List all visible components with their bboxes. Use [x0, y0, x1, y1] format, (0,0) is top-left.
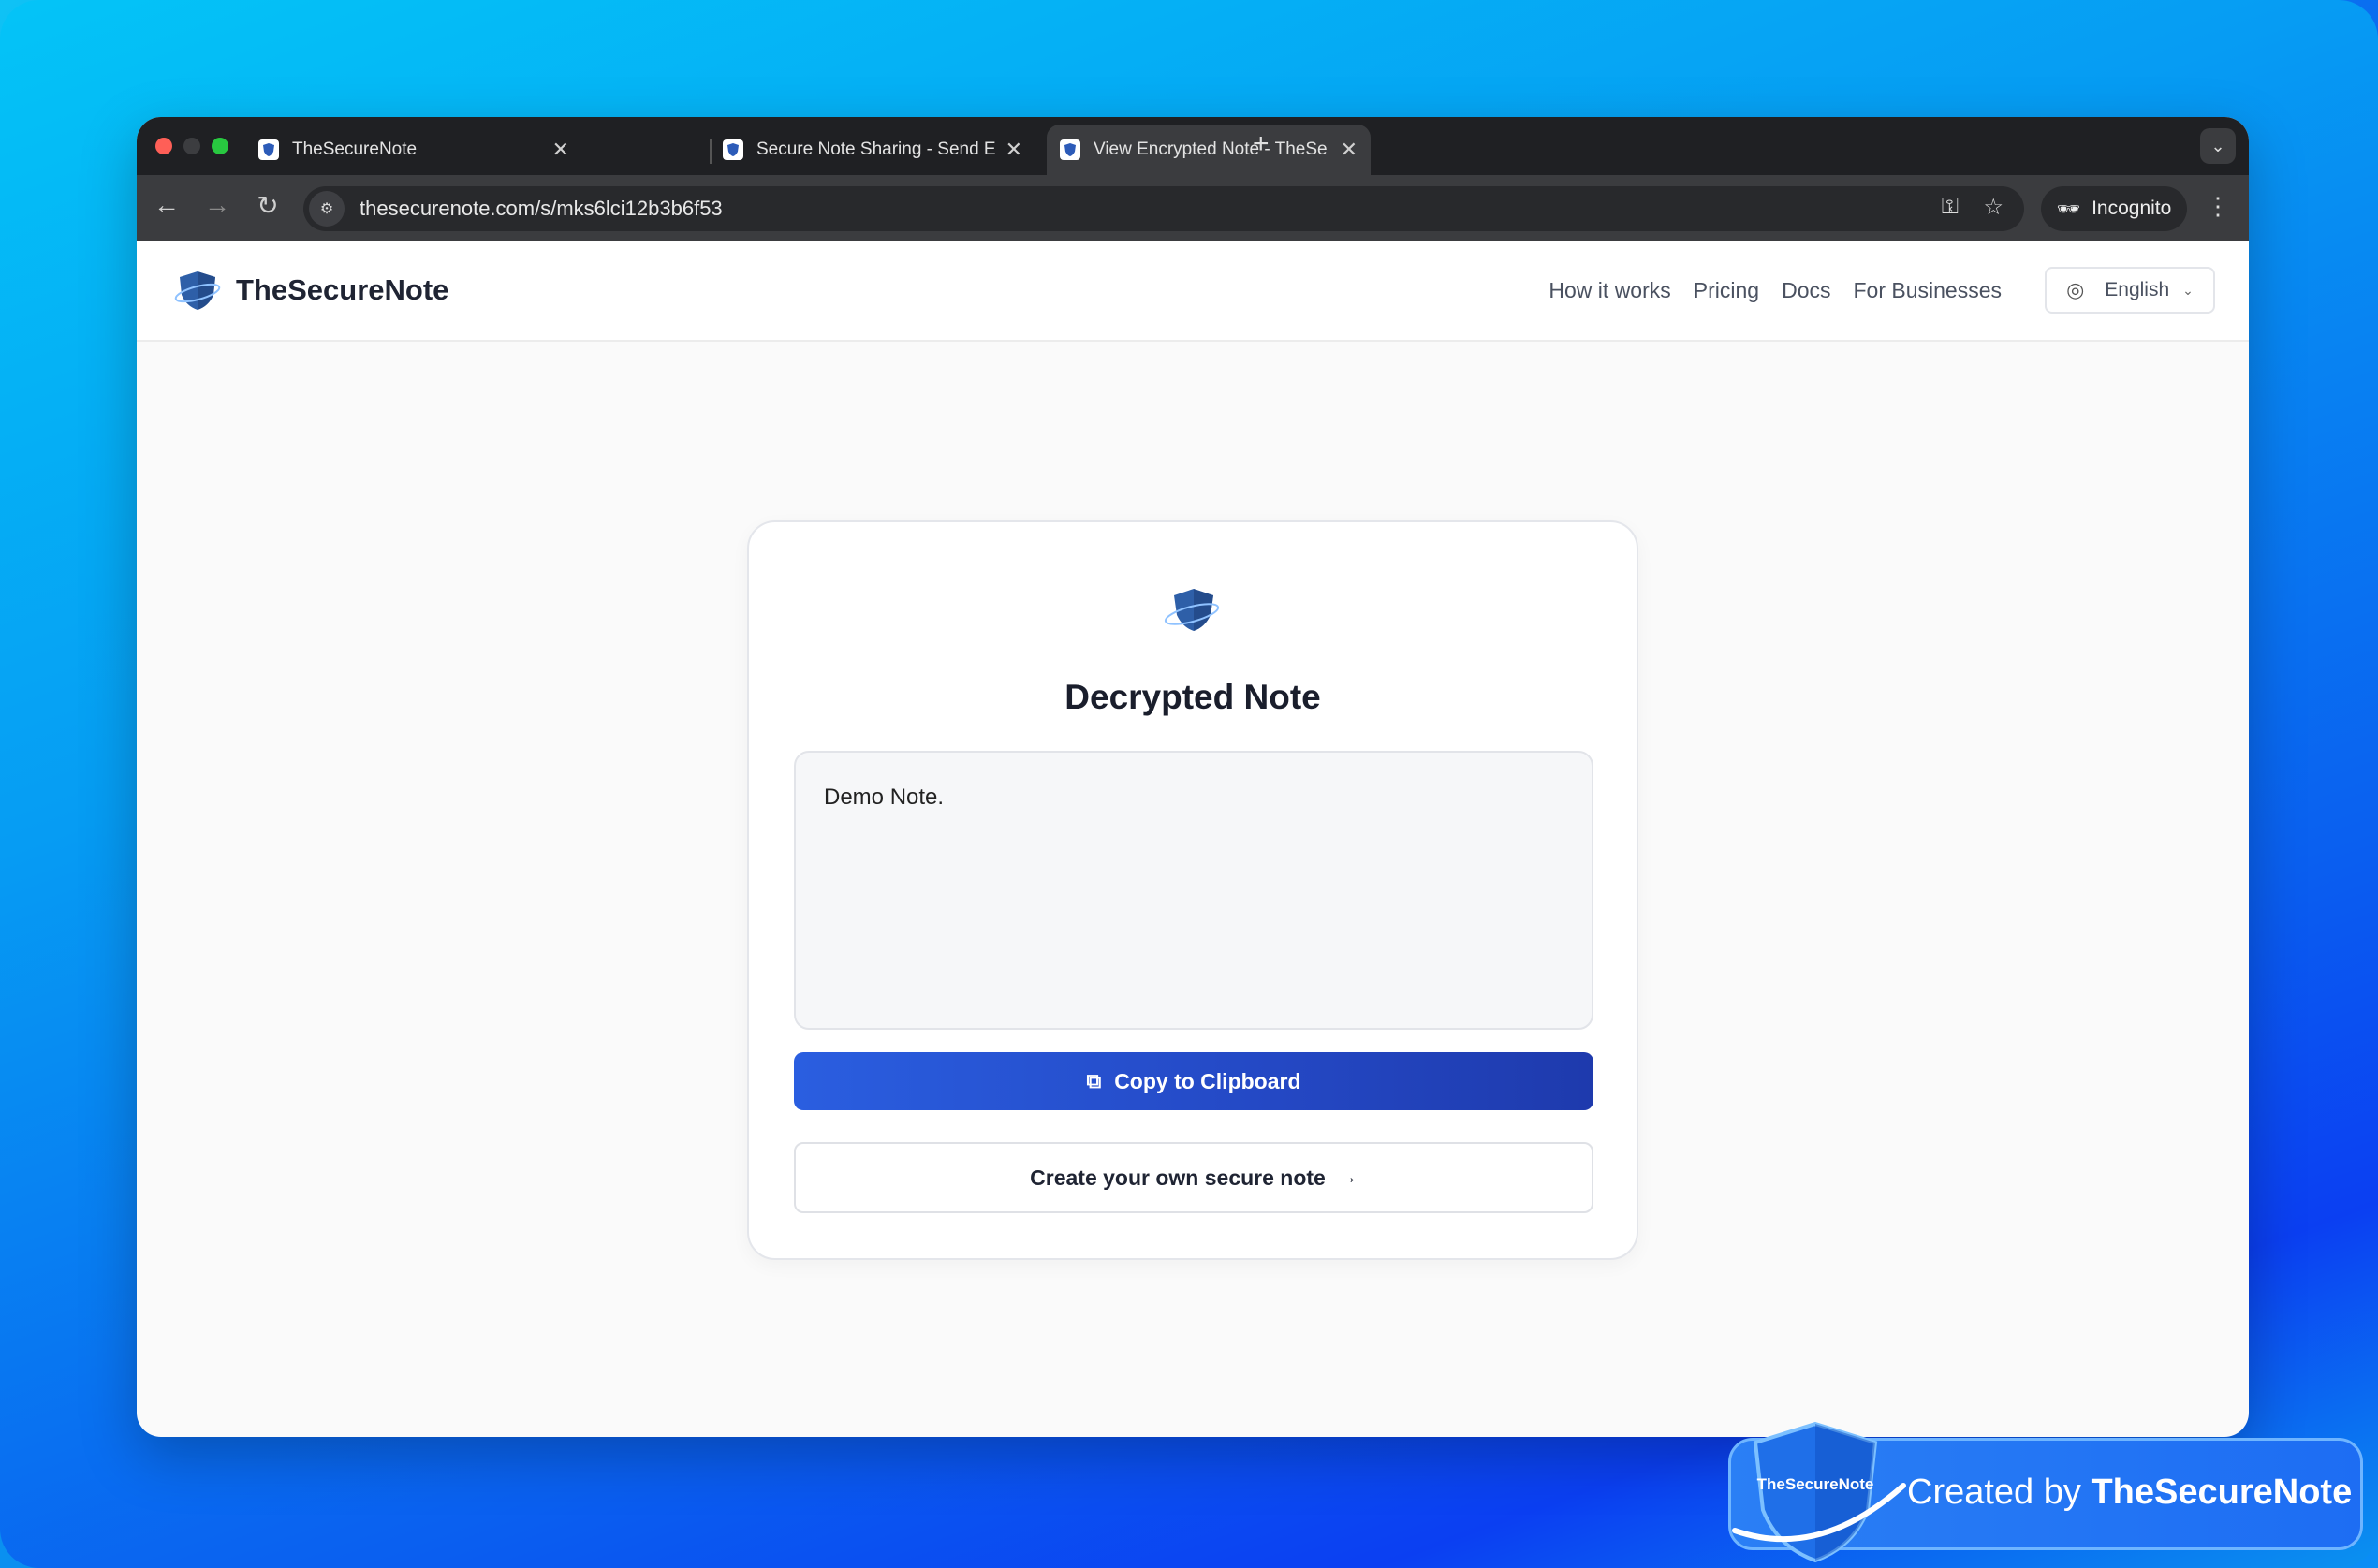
maximize-window-button[interactable]: [212, 138, 228, 154]
back-arrow-icon[interactable]: ←: [150, 190, 183, 220]
forward-arrow-icon[interactable]: →: [200, 190, 234, 220]
copy-icon: ⧉: [1086, 1069, 1102, 1092]
close-window-button[interactable]: [155, 138, 172, 154]
incognito-icon: 🕶: [2056, 198, 2081, 220]
create-button-label: Create your own secure note: [1030, 1165, 1326, 1190]
tab-title: TheSecureNote: [292, 139, 418, 159]
badge-shield-text: TheSecureNote: [1757, 1475, 1874, 1493]
tab-search-chevron-icon[interactable]: ⌄: [2200, 128, 2236, 164]
tab-secure-note-sharing[interactable]: Secure Note Sharing - Send E ✕: [577, 125, 1035, 175]
copy-button-label: Copy to Clipboard: [1114, 1068, 1301, 1093]
close-icon[interactable]: ✕: [1341, 138, 1358, 162]
decrypted-note-card: Decrypted Note Demo Note. ⧉ Copy to Clip…: [747, 520, 1638, 1260]
shield-logo-icon: [174, 271, 221, 310]
create-secure-note-button[interactable]: Create your own secure note →: [794, 1142, 1593, 1213]
card-title: Decrypted Note: [1064, 678, 1321, 716]
created-by-badge: TheSecureNote Created by TheSecureNote: [1728, 1421, 2363, 1563]
globe-icon: ◎: [2066, 278, 2085, 301]
card-shield-logo: [1163, 586, 1221, 639]
tab-strip: TheSecureNote ✕ Secure Note Sharing - Se…: [137, 117, 2249, 175]
close-icon[interactable]: ✕: [1006, 138, 1022, 162]
note-content-area[interactable]: Demo Note.: [794, 751, 1593, 1030]
brand-name: TheSecureNote: [236, 273, 449, 306]
url-text[interactable]: thesecurenote.com/s/mks6lci12b3b6f53: [360, 197, 723, 221]
tab-title: Secure Note Sharing - Send E: [756, 139, 996, 159]
site-header: TheSecureNote How it works Pricing Docs …: [137, 241, 2249, 342]
language-selector[interactable]: ◎ English ⌄: [2045, 267, 2215, 314]
chevron-down-icon: ⌄: [2182, 282, 2194, 298]
shield-logo-icon: [1164, 589, 1220, 631]
main-nav: How it works Pricing Docs For Businesses: [1549, 278, 2002, 303]
nav-how-it-works[interactable]: How it works: [1549, 278, 1670, 303]
brand-logo[interactable]: TheSecureNote: [174, 269, 448, 312]
nav-docs[interactable]: Docs: [1782, 278, 1830, 303]
tab-view-encrypted-note[interactable]: View Encrypted Note - TheSe ✕: [1047, 125, 1371, 175]
badge-text: Created by TheSecureNote: [1907, 1473, 2352, 1513]
copy-to-clipboard-button[interactable]: ⧉ Copy to Clipboard: [794, 1052, 1593, 1110]
arrow-right-icon: →: [1338, 1166, 1358, 1188]
shield-logo-icon: TheSecureNote: [1732, 1421, 1906, 1563]
created-by-label: Created by: [1907, 1473, 2081, 1512]
background-frame: TheSecureNote ✕ Secure Note Sharing - Se…: [0, 0, 2378, 1568]
tab-title: View Encrypted Note - TheSe: [1094, 139, 1328, 159]
more-options-icon[interactable]: ⋮: [2206, 192, 2230, 221]
shield-favicon-icon: [258, 139, 279, 160]
address-bar[interactable]: ⚙ thesecurenote.com/s/mks6lci12b3b6f53 ⚿…: [303, 186, 2024, 231]
nav-pricing[interactable]: Pricing: [1694, 278, 1759, 303]
tab-thesecurenote[interactable]: TheSecureNote ✕: [245, 125, 582, 175]
shield-favicon-icon: [723, 139, 743, 160]
shield-favicon-icon: [1060, 139, 1080, 160]
incognito-label: Incognito: [2092, 198, 2172, 219]
close-icon[interactable]: ✕: [552, 138, 569, 162]
site-settings-icon[interactable]: ⚙: [309, 191, 345, 227]
reload-icon[interactable]: ↻: [251, 190, 285, 221]
key-icon[interactable]: ⚿: [1942, 194, 1959, 220]
browser-toolbar: ← → ↻ ⚙ thesecurenote.com/s/mks6lci12b3b…: [137, 175, 2249, 241]
badge-brand: TheSecureNote: [2091, 1473, 2353, 1512]
incognito-indicator[interactable]: 🕶 Incognito: [2041, 186, 2187, 231]
bookmark-star-icon[interactable]: ☆: [1983, 194, 2004, 221]
nav-for-businesses[interactable]: For Businesses: [1853, 278, 2002, 303]
browser-window: TheSecureNote ✕ Secure Note Sharing - Se…: [137, 117, 2249, 1437]
language-label: English: [2105, 279, 2170, 300]
new-tab-plus-icon[interactable]: +: [1253, 128, 1270, 160]
minimize-window-button[interactable]: [183, 138, 200, 154]
